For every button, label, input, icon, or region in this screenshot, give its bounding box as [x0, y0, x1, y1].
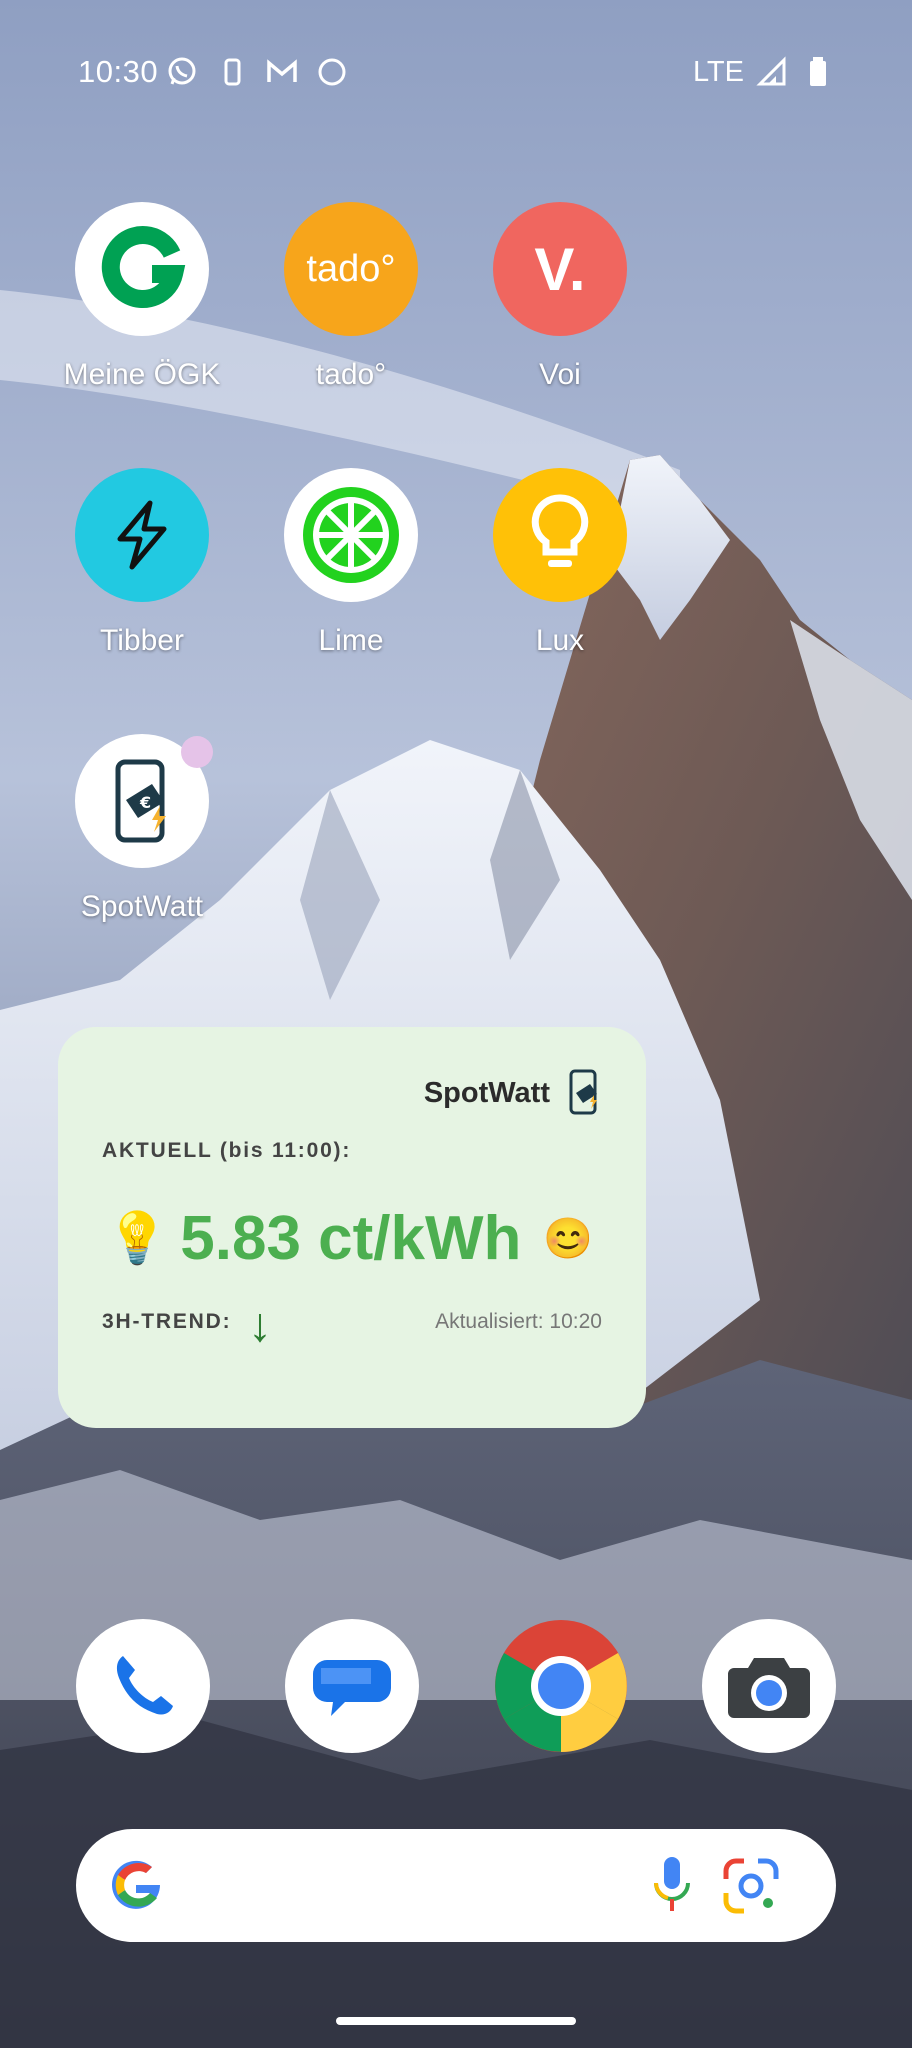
messages-icon[interactable] [285, 1619, 419, 1753]
gesture-navigation-bar[interactable] [336, 2017, 576, 2025]
signal-icon [756, 56, 786, 86]
spotwatt-widget[interactable]: SpotWatt AKTUELL (bis 11:00): 💡 5.83 ct/… [58, 1027, 646, 1428]
price-row: 💡 5.83 ct/kWh 😊 [106, 1203, 593, 1274]
svg-text:€: € [139, 793, 151, 812]
lightbulb-icon: 💡 [106, 1210, 169, 1266]
updated-time: Aktualisiert: 10:20 [435, 1310, 602, 1333]
app-voi[interactable]: V. Voi [460, 202, 660, 392]
app-label: Meine ÖGK [63, 358, 221, 391]
tado-icon: tado° [284, 202, 418, 336]
phone-device-icon [224, 58, 241, 86]
voi-icon: V. [493, 202, 627, 336]
lime-icon [284, 468, 418, 602]
tibber-icon [75, 468, 209, 602]
app-label: Voi [539, 358, 581, 391]
voi-icon-text: V. [534, 235, 586, 303]
app-label: SpotWatt [80, 890, 204, 923]
notification-dot [181, 736, 213, 768]
battery-icon [810, 57, 826, 86]
spotwatt-icon: € [75, 734, 213, 868]
google-search-bar[interactable] [76, 1829, 836, 1942]
current-price-label: AKTUELL (bis 11:00): [102, 1139, 352, 1162]
trend-label: 3H-TREND: [102, 1310, 232, 1333]
status-bar: 10:30 LTE [0, 0, 912, 150]
whatsapp-icon [168, 57, 196, 85]
chrome-icon[interactable] [494, 1619, 628, 1753]
smiley-icon: 😊 [543, 1217, 594, 1261]
app-label: Lux [535, 624, 585, 657]
circle-icon [318, 58, 346, 86]
app-lime[interactable]: Lime [251, 468, 451, 658]
microphone-icon[interactable] [650, 1855, 694, 1915]
current-price: 5.83 ct/kWh [180, 1204, 522, 1273]
system-icons: LTE [693, 54, 836, 90]
app-lux[interactable]: Lux [460, 468, 660, 658]
lens-icon[interactable] [722, 1857, 780, 1915]
gmail-icon [267, 59, 297, 82]
phone-icon[interactable] [76, 1619, 210, 1753]
app-spotwatt[interactable]: € SpotWatt [42, 734, 242, 924]
app-tado[interactable]: tado° tado° [251, 202, 451, 392]
app-tibber[interactable]: Tibber [42, 468, 242, 658]
app-label: Tibber [100, 624, 184, 657]
notification-icons [164, 54, 350, 90]
spotwatt-icon [569, 1069, 597, 1115]
status-time: 10:30 [78, 54, 159, 89]
widget-brand: SpotWatt [424, 1069, 602, 1117]
camera-icon[interactable] [702, 1619, 836, 1753]
oegk-icon [75, 202, 209, 336]
lux-icon [493, 468, 627, 602]
app-meine-oegk[interactable]: Meine ÖGK [42, 202, 242, 392]
tado-icon-text: tado° [306, 247, 396, 290]
app-label: Lime [318, 624, 384, 657]
widget-brand-name: SpotWatt [423, 1076, 550, 1109]
app-label: tado° [315, 358, 387, 391]
trend-down-arrow-icon: ↓ [248, 1299, 272, 1352]
network-type: LTE [692, 55, 744, 88]
google-g-icon [112, 1860, 160, 1909]
